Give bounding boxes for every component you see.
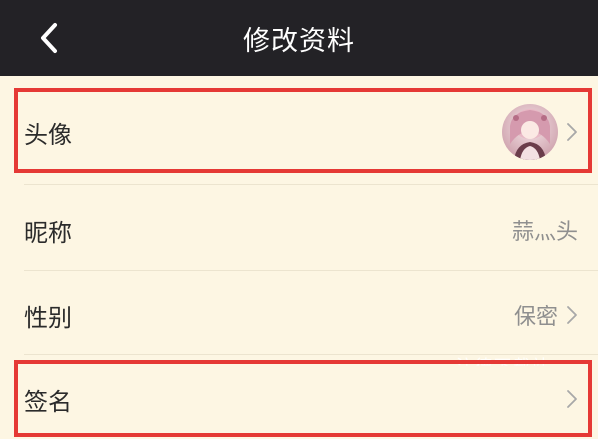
avatar-label: 头像: [24, 120, 72, 149]
gender-label: 性别: [24, 303, 72, 332]
chevron-right-icon: [567, 306, 577, 324]
page-title: 修改资料: [243, 25, 355, 57]
nickname-row[interactable]: 昵称 蒜灬头: [0, 190, 598, 270]
signature-row[interactable]: 签名: [0, 362, 598, 436]
nickname-label: 昵称: [24, 218, 72, 247]
avatar-row[interactable]: 头像: [0, 96, 598, 168]
chevron-right-icon: [567, 390, 577, 408]
top-bar: 修改资料: [0, 0, 598, 76]
gender-row[interactable]: 性别 保密: [0, 275, 598, 355]
signature-label: 签名: [24, 387, 72, 416]
divider: [24, 184, 598, 185]
nickname-value: 蒜灬头: [511, 220, 578, 245]
divider: [24, 270, 598, 271]
gender-value: 保密: [513, 305, 558, 330]
avatar: [502, 104, 558, 160]
chevron-right-icon: [567, 123, 577, 141]
